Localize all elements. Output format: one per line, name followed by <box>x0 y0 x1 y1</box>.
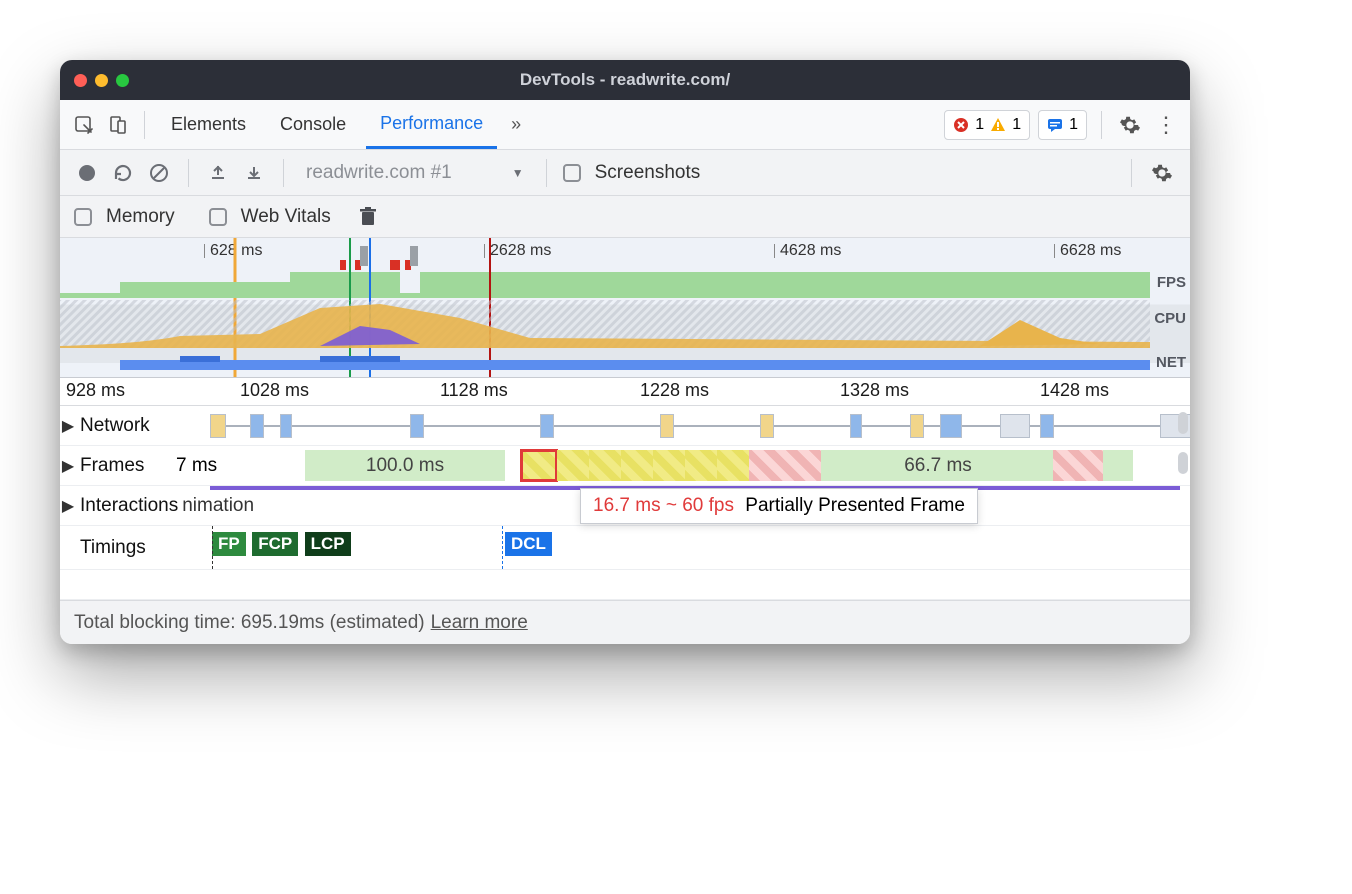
error-count: 1 <box>975 116 984 134</box>
device-toggle-icon[interactable] <box>104 111 132 139</box>
timing-dcl[interactable]: DCL <box>505 532 552 556</box>
settings-icon[interactable] <box>1116 111 1144 139</box>
disclosure-icon[interactable]: ▶ <box>60 496 76 516</box>
ruler-tick: 928 ms <box>66 380 125 401</box>
devtools-window: DevTools - readwrite.com/ Elements Conso… <box>60 60 1190 644</box>
track-frames[interactable]: ▶ Frames 7 ms 100.0 ms 66.7 ms <box>60 446 1190 486</box>
network-lane <box>210 412 1180 439</box>
frames-lane: 100.0 ms 66.7 ms <box>305 450 1180 481</box>
track-network[interactable]: ▶ Network <box>60 406 1190 446</box>
disclosure-icon[interactable]: ▶ <box>60 456 76 476</box>
frame-block[interactable] <box>1103 450 1133 481</box>
scroll-nub[interactable] <box>1178 412 1188 434</box>
timing-fcp[interactable]: FCP <box>252 532 298 556</box>
ruler-tick: 1328 ms <box>840 380 909 401</box>
timing-fp[interactable]: FP <box>212 532 246 556</box>
learn-more-link[interactable]: Learn more <box>431 612 528 634</box>
webvitals-label: Web Vitals <box>241 206 331 228</box>
frame-block[interactable] <box>717 450 749 481</box>
scroll-nub[interactable] <box>1178 452 1188 474</box>
ruler-tick: 1028 ms <box>240 380 309 401</box>
tab-elements[interactable]: Elements <box>157 100 260 149</box>
memory-checkbox[interactable] <box>74 208 92 226</box>
animation-label-fragment: nimation <box>182 495 254 517</box>
target-select[interactable]: readwrite.com #1 ▼ <box>300 162 530 184</box>
disclosure-icon[interactable]: ▶ <box>60 416 76 436</box>
overview-timeline[interactable]: 628 ms 2628 ms 4628 ms 6628 ms FPS CPU N… <box>60 238 1190 378</box>
webvitals-checkbox[interactable] <box>209 208 227 226</box>
perf-toolbar-2: Memory Web Vitals <box>60 196 1190 238</box>
record-button[interactable] <box>74 160 100 186</box>
frame-block[interactable] <box>557 450 589 481</box>
frame-block[interactable] <box>685 450 717 481</box>
tab-performance[interactable]: Performance <box>366 100 497 149</box>
tab-console[interactable]: Console <box>266 100 360 149</box>
frame-block[interactable] <box>589 450 621 481</box>
tooltip-text: Partially Presented Frame <box>745 495 965 516</box>
save-profile-button[interactable] <box>241 160 267 186</box>
frame-block[interactable] <box>1023 450 1053 481</box>
frame-block[interactable] <box>749 450 821 481</box>
perf-toolbar: readwrite.com #1 ▼ Screenshots <box>60 150 1190 196</box>
window-controls <box>74 74 129 87</box>
load-profile-button[interactable] <box>205 160 231 186</box>
more-tabs-icon[interactable]: » <box>503 114 529 135</box>
ruler-tick: 1228 ms <box>640 380 709 401</box>
screenshots-label: Screenshots <box>595 162 701 184</box>
ruler-tick: 1128 ms <box>440 380 508 401</box>
tooltip-highlight: 16.7 ms ~ 60 fps <box>593 495 734 516</box>
main-tabs: Elements Console Performance » 1 1 1 ⋮ <box>60 100 1190 150</box>
chevron-down-icon: ▼ <box>512 166 524 180</box>
warning-count: 1 <box>1012 116 1021 134</box>
clear-button[interactable] <box>146 160 172 186</box>
reload-button[interactable] <box>110 160 136 186</box>
message-count[interactable]: 1 <box>1038 110 1087 140</box>
kebab-icon[interactable]: ⋮ <box>1152 111 1180 139</box>
inspect-icon[interactable] <box>70 111 98 139</box>
minimize-icon[interactable] <box>95 74 108 87</box>
issue-counts[interactable]: 1 1 <box>944 110 1030 140</box>
track-interactions[interactable]: ▶ Interactions nimation 16.7 ms ~ 60 fps… <box>60 486 1190 526</box>
frame-block[interactable]: 100.0 ms <box>305 450 505 481</box>
frame-block[interactable]: 66.7 ms <box>853 450 1023 481</box>
tbt-value: Total blocking time: 695.19ms (estimated… <box>74 612 425 634</box>
leading-frame-label: 7 ms <box>176 455 217 477</box>
ruler-tick: 1428 ms <box>1040 380 1109 401</box>
screenshots-checkbox[interactable] <box>563 164 581 182</box>
close-icon[interactable] <box>74 74 87 87</box>
frame-block[interactable] <box>653 450 685 481</box>
time-ruler[interactable]: 928 ms 1028 ms 1128 ms 1228 ms 1328 ms 1… <box>60 378 1190 406</box>
frame-block-selected[interactable] <box>521 450 557 481</box>
window-title: DevTools - readwrite.com/ <box>520 70 730 90</box>
frame-block[interactable] <box>821 450 853 481</box>
timing-lcp[interactable]: LCP <box>305 532 351 556</box>
zoom-icon[interactable] <box>116 74 129 87</box>
titlebar: DevTools - readwrite.com/ <box>60 60 1190 100</box>
track-timings[interactable]: ▶ Timings FP FCP LCP DCL <box>60 526 1190 570</box>
memory-label: Memory <box>106 206 175 228</box>
trash-icon[interactable] <box>355 204 381 230</box>
frame-block[interactable] <box>621 450 653 481</box>
capture-settings-icon[interactable] <box>1148 159 1176 187</box>
frame-tooltip: 16.7 ms ~ 60 fps Partially Presented Fra… <box>580 488 978 524</box>
frame-block[interactable] <box>1053 450 1103 481</box>
status-footer: Total blocking time: 695.19ms (estimated… <box>60 600 1190 644</box>
